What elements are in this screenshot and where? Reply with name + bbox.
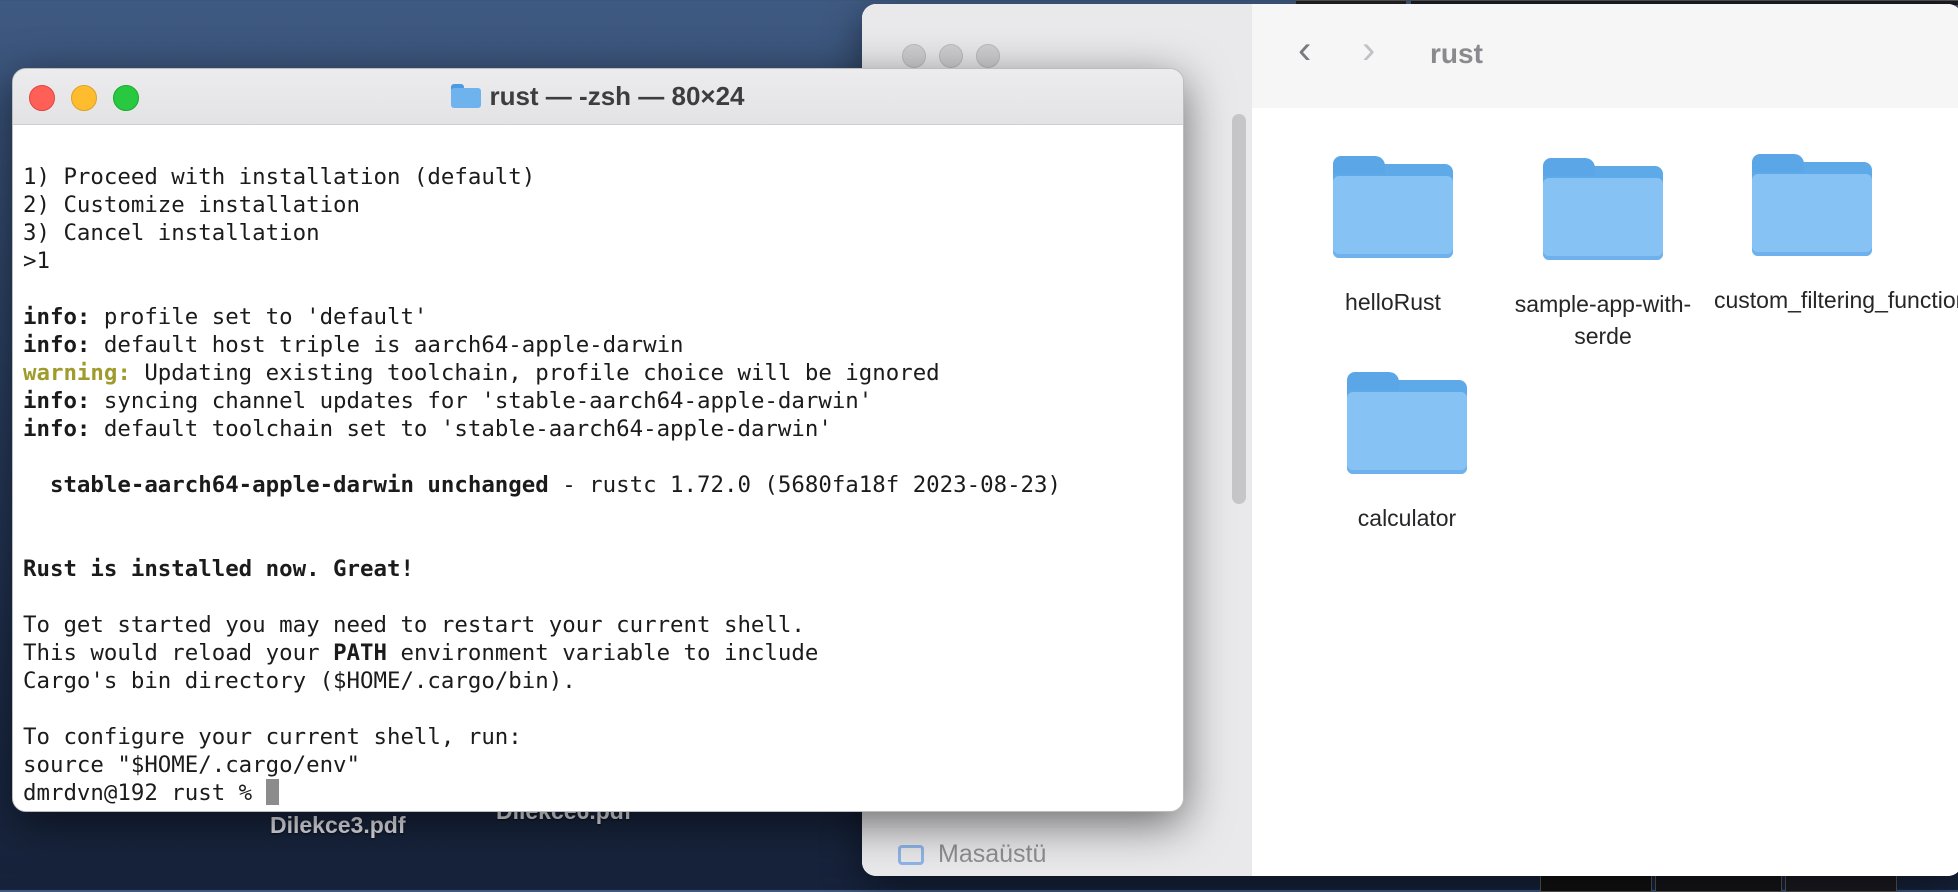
folder-label: sample-app-with-serde [1514, 291, 1692, 349]
file-grid: helloRust sample-app-with-serde custom_f… [1252, 108, 1958, 876]
folder-label: calculator [1357, 505, 1457, 531]
forward-button[interactable]: › [1362, 30, 1375, 70]
sidebar-scrollbar[interactable] [1232, 114, 1246, 504]
terminal-title: rust — -zsh — 80×24 [13, 81, 1183, 112]
terminal-line: stable-aarch64-apple-darwin unchanged - … [23, 472, 1061, 498]
back-button[interactable]: ‹ [1298, 30, 1311, 70]
terminal-line: info: default host triple is aarch64-app… [23, 332, 684, 358]
terminal-line: info: profile set to 'default' [23, 304, 428, 330]
folder-item[interactable]: custom_filtering_function [1707, 154, 1958, 316]
desktop-thumbnail [1785, 874, 1897, 892]
terminal-line: ​ [23, 135, 1183, 163]
terminal-line: warning: Updating existing toolchain, pr… [23, 360, 940, 386]
folder-icon [451, 84, 482, 108]
terminal-titlebar[interactable]: rust — -zsh — 80×24 [13, 69, 1183, 125]
folder-label: helloRust [1345, 289, 1441, 315]
terminal-line: 1) Proceed with installation (default) [23, 164, 536, 190]
terminal-window: rust — -zsh — 80×24 ​ 1) Proceed with in… [12, 68, 1184, 812]
terminal-line: 2) Customize installation [23, 192, 361, 218]
folder-icon [1347, 372, 1467, 474]
finder-toolbar: ‹ › rust [1252, 4, 1958, 109]
terminal-output[interactable]: ​ 1) Proceed with installation (default)… [13, 125, 1183, 811]
desktop-thumbnail [1540, 874, 1652, 892]
warning-label: warning: [23, 360, 131, 386]
terminal-line: >1 [23, 248, 50, 274]
terminal-line: This would reload your PATH environment … [23, 640, 819, 666]
folder-icon [1543, 158, 1663, 260]
text-cursor [265, 779, 279, 805]
folder-item[interactable]: calculator [1302, 372, 1512, 534]
terminal-line: Cargo's bin directory ($HOME/.cargo/bin)… [23, 668, 576, 694]
folder-item[interactable]: helloRust [1288, 156, 1498, 318]
sidebar-item-desktop[interactable]: Masaüstü [898, 840, 1046, 869]
terminal-line: To configure your current shell, run: [23, 724, 522, 750]
desktop-thumbnail [1655, 874, 1782, 892]
minimize-button[interactable] [939, 44, 963, 68]
terminal-title-text: rust — -zsh — 80×24 [489, 81, 745, 111]
terminal-line: source "$HOME/.cargo/env" [23, 752, 361, 778]
folder-item[interactable]: sample-app-with-serde [1498, 158, 1708, 352]
terminal-line: 3) Cancel installation [23, 220, 320, 246]
close-button[interactable] [902, 44, 926, 68]
terminal-line: info: default toolchain set to 'stable-a… [23, 416, 832, 442]
folder-label: custom_filtering_function [1714, 287, 1958, 313]
desktop-file-label[interactable]: Dilekce3.pdf [270, 812, 406, 839]
terminal-line: info: syncing channel updates for 'stabl… [23, 388, 873, 414]
terminal-line: Rust is installed now. Great! [23, 556, 414, 582]
finder-window-controls [902, 44, 1000, 68]
desktop-icon [898, 844, 924, 865]
shell-prompt: dmrdvn@192 rust % [23, 780, 266, 806]
folder-icon [1333, 156, 1453, 258]
terminal-prompt-line[interactable]: dmrdvn@192 rust % [23, 779, 1183, 807]
folder-icon [1752, 154, 1872, 256]
terminal-line: To get started you may need to restart y… [23, 612, 805, 638]
finder-title: rust [1430, 38, 1483, 69]
zoom-button[interactable] [976, 44, 1000, 68]
sidebar-item-label: Masaüstü [938, 840, 1047, 868]
